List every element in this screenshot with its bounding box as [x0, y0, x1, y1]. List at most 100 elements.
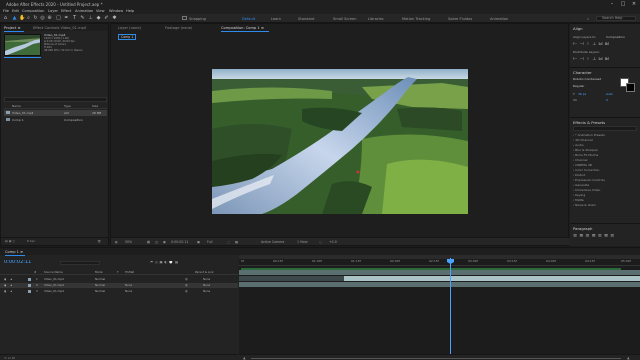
project-item-footage[interactable]: Video_01.mp4 AVI 28 MB	[4, 110, 107, 116]
project-item-comp[interactable]: Comp 1 Composition	[4, 117, 107, 123]
tracking-field[interactable]: 0	[606, 99, 608, 102]
snapping-checkbox[interactable]	[182, 16, 187, 20]
layer-bar-selected[interactable]	[344, 276, 640, 281]
search-icon[interactable]: ⌕	[587, 17, 589, 21]
menu-effect[interactable]: Effect	[61, 9, 71, 13]
layer-name[interactable]: Video_01.mp4	[44, 278, 89, 281]
puppet-pin-icon[interactable]: ✱	[112, 16, 117, 21]
resolution-dropdown[interactable]: Full	[207, 240, 212, 244]
pickwhip-icon[interactable]: @	[185, 278, 188, 281]
layer-bar[interactable]	[239, 282, 640, 287]
comp-subtab[interactable]: Comp 1	[118, 34, 137, 40]
hand-tool-icon[interactable]: ✋	[19, 16, 25, 21]
visibility-eye-icon[interactable]: ◉	[4, 278, 6, 281]
effects-category[interactable]: › 3D Channel	[573, 138, 593, 142]
home-icon[interactable]: ⌂	[3, 16, 8, 21]
pen-tool-icon[interactable]: ✒	[64, 16, 69, 21]
bpc-label[interactable]: 8 bpc	[27, 240, 35, 243]
time-ruler[interactable]: 0f 00:15f 01:00f 01:15f 02:00f 02:15f 03…	[239, 259, 640, 266]
effects-search-input[interactable]	[573, 126, 637, 131]
transparency-grid-icon[interactable]: ▩	[235, 240, 238, 244]
layer-label-color[interactable]	[28, 290, 31, 293]
timeline-current-time[interactable]: 0:00:02:11	[4, 260, 31, 265]
reset-exposure-icon[interactable]: ◌	[319, 240, 322, 244]
tab-composition[interactable]: Composition: Comp 1 ≡	[221, 26, 264, 30]
menu-animation[interactable]: Animation	[75, 9, 93, 13]
layer-parent-dropdown[interactable]: None	[203, 284, 210, 287]
effects-category[interactable]: › Matte	[573, 198, 584, 202]
zoom-tool-icon[interactable]: ⌕	[26, 16, 31, 21]
zoom-out-icon[interactable]: ▲	[243, 357, 246, 360]
column-size[interactable]: Size	[92, 105, 98, 108]
rectangle-tool-icon[interactable]: □	[56, 16, 61, 21]
effects-category[interactable]: › Distort	[573, 173, 585, 177]
trash-icon[interactable]: 🗑	[97, 240, 101, 243]
column-mode[interactable]: Mode	[95, 271, 103, 274]
timeline-layer-row[interactable]: ◉ ◄ 1 Video_01.mp4 Normal @ None	[0, 277, 238, 282]
playhead-line[interactable]	[450, 258, 451, 360]
layer-mode-dropdown[interactable]: Normal	[95, 290, 105, 293]
mask-icon[interactable]: ◫	[155, 240, 158, 244]
column-name[interactable]: Name	[12, 105, 21, 108]
layer-name[interactable]: Video_01.mp4	[44, 290, 89, 293]
font-family-dropdown[interactable]: Roboto Condensed	[573, 78, 601, 81]
zoom-in-icon[interactable]: ▲	[627, 357, 630, 360]
rotate-tool-icon[interactable]: ↻	[33, 16, 38, 21]
column-type[interactable]: Type	[64, 105, 71, 108]
layer-name[interactable]: Video_01.mp4	[44, 284, 89, 287]
pan-behind-icon[interactable]: ⊕	[47, 16, 52, 21]
column-trkmat[interactable]: TrkMat	[125, 271, 134, 274]
column-parent[interactable]: Parent & Link	[195, 271, 214, 274]
layer-label-color[interactable]	[28, 284, 31, 287]
menu-help[interactable]: Help	[126, 9, 134, 13]
layer-mode-dropdown[interactable]: Normal	[95, 278, 105, 281]
clone-stamp-icon[interactable]: ⊥	[88, 16, 93, 21]
workspace-standard[interactable]: Standard	[298, 17, 314, 21]
maximize-icon[interactable]: □	[619, 1, 627, 7]
effects-category[interactable]: › Noise & Grain	[573, 203, 596, 207]
audio-speaker-icon[interactable]: ◄	[10, 290, 12, 293]
pickwhip-icon[interactable]: @	[185, 290, 188, 293]
selection-tool-icon[interactable]: ▲	[12, 16, 17, 21]
effects-category[interactable]: › Boris FX Mocha	[573, 153, 598, 157]
timeline-layer-row[interactable]: ◉ ◄ 3 Video_01.mp4 Normal None @ None	[0, 289, 238, 294]
effects-category[interactable]: › * Animation Presets	[573, 133, 605, 137]
menu-edit[interactable]: Edit	[12, 9, 19, 13]
effects-category[interactable]: › Expression Controls	[573, 178, 605, 182]
timeline-switch-icons[interactable]: ⚑◎▣◐⌚▦	[150, 261, 180, 265]
views-dropdown[interactable]: 1 View	[297, 240, 308, 244]
search-help-input[interactable]: Search Help	[596, 16, 636, 21]
project-bottom-icons[interactable]: ▤ ▣ ◫	[5, 240, 15, 243]
minimize-icon[interactable]: –	[608, 1, 616, 7]
effects-category[interactable]: › Audio	[573, 143, 584, 147]
layer-bar[interactable]	[239, 270, 640, 275]
layer-parent-dropdown[interactable]: None	[203, 290, 210, 293]
menu-layer[interactable]: Layer	[48, 9, 58, 13]
effects-category[interactable]: › CINEMA 4D	[573, 163, 592, 167]
layer-mode-dropdown[interactable]: Normal	[95, 284, 105, 287]
menu-window[interactable]: Window	[109, 9, 123, 13]
paragraph-align-buttons[interactable]: ≡≣≡≣≡≣≡	[573, 234, 616, 239]
effects-category[interactable]: › Channel	[573, 158, 587, 162]
effects-category[interactable]: › Immersive Video	[573, 188, 600, 192]
workspace-fluidos[interactable]: Sobre Fluidos	[448, 17, 472, 21]
brush-tool-icon[interactable]: ✎	[80, 16, 85, 21]
column-source-name[interactable]: Source Name	[44, 271, 63, 274]
workspace-default[interactable]: Default	[242, 17, 255, 21]
project-search-input[interactable]	[4, 97, 107, 102]
timeline-layer-row[interactable]: ◉ ◄ 2 Video_01.mp4 Normal None @ None	[0, 283, 238, 288]
leading-field[interactable]: Auto	[606, 93, 613, 96]
column-t[interactable]: T	[117, 271, 119, 274]
layer-trkmat-dropdown[interactable]: None	[125, 290, 132, 293]
effects-category[interactable]: › Color Correction	[573, 168, 599, 172]
pickwhip-icon[interactable]: @	[185, 284, 188, 287]
workspace-libraries[interactable]: Libraries	[368, 17, 384, 21]
zoom-slider[interactable]	[251, 358, 621, 359]
effects-category[interactable]: › Blur & Sharpen	[573, 148, 598, 152]
layer-label-color[interactable]	[28, 278, 31, 281]
tab-footage[interactable]: Footage (none)	[165, 26, 192, 30]
align-buttons[interactable]: ⊢⊣⊤⊥⊟⊞	[573, 42, 611, 47]
workspace-small-screen[interactable]: Small Screen	[333, 17, 356, 21]
show-snapshot-icon[interactable]: ▣	[197, 240, 200, 244]
tab-layer[interactable]: Layer (none)	[118, 26, 141, 30]
